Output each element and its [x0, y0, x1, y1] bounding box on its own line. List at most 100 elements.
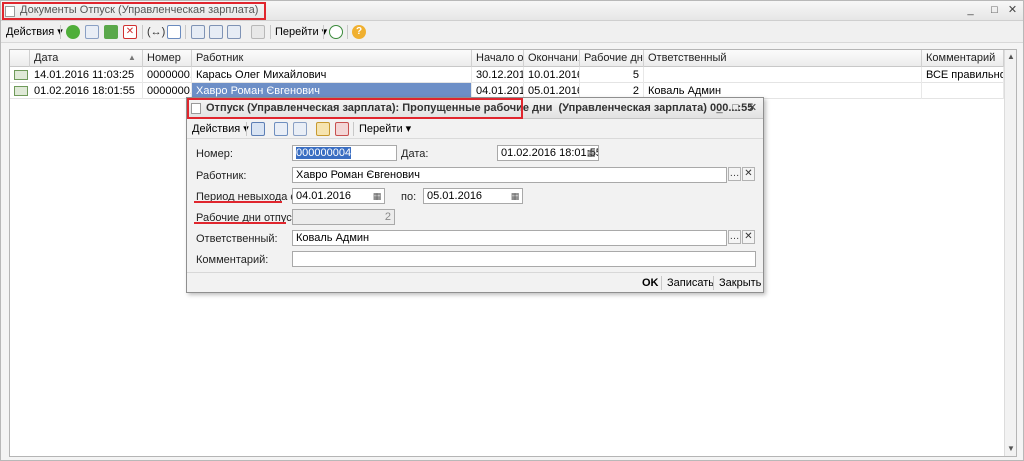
period-label-underline	[194, 201, 282, 203]
close-dialog-button[interactable]: Закрыть	[719, 275, 761, 291]
main-window-title: Документы Отпуск (Управленческая зарплат…	[20, 4, 259, 16]
filter-icon[interactable]	[191, 25, 205, 39]
edit-icon[interactable]	[104, 25, 118, 39]
goto-menu-button[interactable]: Перейти ▾	[275, 24, 327, 40]
cell-workdays: 5	[580, 67, 644, 83]
actions-menu-button[interactable]: Действия ▾	[6, 24, 63, 40]
posted-document-icon	[14, 86, 28, 96]
filter-value-icon[interactable]	[209, 25, 223, 39]
toolbar-separator	[323, 25, 324, 39]
filter-list-icon[interactable]	[227, 25, 241, 39]
dialog-footer: OK Записать Закрыть	[187, 272, 763, 292]
maximize-button[interactable]: □	[988, 4, 1001, 17]
cell-number: 0000000...	[143, 83, 192, 99]
cell-date: 01.02.2016 18:01:55	[30, 83, 143, 99]
cell-responsible	[644, 67, 922, 83]
toolbar-separator	[661, 276, 662, 290]
responsible-label: Ответственный:	[196, 233, 278, 245]
toolbar-separator	[142, 25, 143, 39]
based-on-icon[interactable]	[316, 122, 330, 136]
toolbar-separator	[270, 25, 271, 39]
workdays-label-underline	[194, 222, 286, 224]
toolbar-separator	[246, 122, 247, 136]
comment-label: Комментарий:	[196, 254, 269, 266]
calendar-icon[interactable]: ▦	[585, 147, 597, 159]
period-to-label: по:	[401, 191, 417, 203]
ok-button[interactable]: OK	[642, 275, 659, 291]
header-icon-col	[10, 50, 30, 67]
cell-date: 14.01.2016 11:03:25	[30, 67, 143, 83]
header-date[interactable]: Дата	[30, 50, 143, 67]
copy-doc-icon[interactable]	[293, 122, 307, 136]
document-icon	[191, 103, 201, 114]
clear-filter-icon[interactable]	[251, 25, 265, 39]
period-from-field[interactable]: 04.01.2016 ▦	[292, 188, 385, 204]
number-field[interactable]: 000000004	[292, 145, 397, 161]
sort-ascending-icon: ▲	[128, 53, 136, 62]
posted-document-icon	[14, 70, 28, 80]
scroll-up-icon[interactable]: ▲	[1006, 52, 1016, 62]
responsible-field[interactable]: Коваль Админ	[292, 230, 727, 246]
cell-employee: Карась Олег Михайлович	[192, 67, 472, 83]
dialog-title-main: Отпуск (Управленческая зарплата): Пропущ…	[206, 102, 553, 114]
header-employee[interactable]: Работник	[192, 50, 472, 67]
toolbar-separator	[713, 276, 714, 290]
dialog-maximize-button[interactable]: □	[729, 102, 742, 115]
cell-number: 0000000...	[143, 67, 192, 83]
post-icon[interactable]	[274, 122, 288, 136]
responsible-select-button[interactable]: …	[728, 230, 741, 244]
find-icon[interactable]	[167, 25, 181, 39]
table-header: Дата Номер Работник Начало о... Окончани…	[10, 50, 1016, 67]
header-workdays[interactable]: Рабочие дн...	[580, 50, 644, 67]
dialog-titlebar: Отпуск (Управленческая зарплата): Пропущ…	[187, 98, 763, 119]
dialog-close-button[interactable]: ✕	[746, 102, 759, 115]
comment-field[interactable]	[292, 251, 756, 267]
minimize-button[interactable]: _	[964, 4, 977, 17]
employee-field[interactable]: Хавро Роман Євгенович	[292, 167, 727, 183]
employee-label: Работник:	[196, 170, 247, 182]
toolbar-separator	[347, 25, 348, 39]
dialog-minimize-button[interactable]: _	[713, 102, 726, 115]
number-label: Номер:	[196, 148, 233, 160]
refresh-icon[interactable]	[329, 25, 343, 39]
main-toolbar: Действия ▾ ✕ (↔) Перейти ▾ ?	[1, 21, 1023, 43]
help-icon[interactable]: ?	[352, 25, 366, 39]
table-row[interactable]: 14.01.2016 11:03:25 0000000... Карась Ол…	[10, 67, 1004, 83]
period-to-field[interactable]: 05.01.2016 ▦	[423, 188, 523, 204]
employee-clear-icon[interactable]: ✕	[742, 167, 755, 181]
header-end[interactable]: Окончани...	[524, 50, 580, 67]
period-to-value: 05.01.2016	[427, 190, 483, 202]
dialog-title: Отпуск (Управленческая зарплата): Пропущ…	[206, 102, 753, 114]
responsible-clear-icon[interactable]: ✕	[742, 230, 755, 244]
delete-icon[interactable]: ✕	[123, 25, 137, 39]
employee-value: Хавро Роман Євгенович	[296, 169, 420, 181]
header-responsible[interactable]: Ответственный	[644, 50, 922, 67]
date-label: Дата:	[401, 148, 429, 160]
employee-select-button[interactable]: …	[728, 167, 741, 181]
header-start[interactable]: Начало о...	[472, 50, 524, 67]
cell-comment	[922, 83, 1004, 99]
scroll-down-icon[interactable]: ▼	[1006, 444, 1016, 454]
post-and-close-icon[interactable]	[251, 122, 265, 136]
close-button[interactable]: ✕	[1006, 4, 1019, 17]
interval-icon[interactable]: (↔)	[147, 24, 165, 40]
header-number[interactable]: Номер	[143, 50, 192, 67]
add-icon[interactable]	[66, 25, 80, 39]
document-icon	[5, 6, 15, 17]
calendar-icon[interactable]: ▦	[371, 190, 383, 202]
vertical-scrollbar[interactable]: ▲ ▼	[1004, 50, 1016, 456]
dialog-toolbar: Действия ▾ Перейти ▾	[187, 119, 763, 139]
header-comment[interactable]: Комментарий	[922, 50, 1004, 67]
date-field[interactable]: 01.02.2016 18:01:55 ▦	[497, 145, 599, 161]
number-value: 000000004	[296, 147, 352, 159]
toolbar-separator	[353, 122, 354, 136]
cell-comment: ВСЕ правильно...	[922, 67, 1004, 83]
vacation-dialog: Отпуск (Управленческая зарплата): Пропущ…	[186, 97, 764, 293]
dialog-actions-menu-button[interactable]: Действия ▾	[192, 121, 249, 137]
period-from-value: 04.01.2016	[296, 190, 352, 202]
copy-icon[interactable]	[85, 25, 99, 39]
movements-icon[interactable]	[335, 122, 349, 136]
save-button[interactable]: Записать	[667, 275, 714, 291]
dialog-goto-menu-button[interactable]: Перейти ▾	[359, 121, 411, 137]
calendar-icon[interactable]: ▦	[509, 190, 521, 202]
